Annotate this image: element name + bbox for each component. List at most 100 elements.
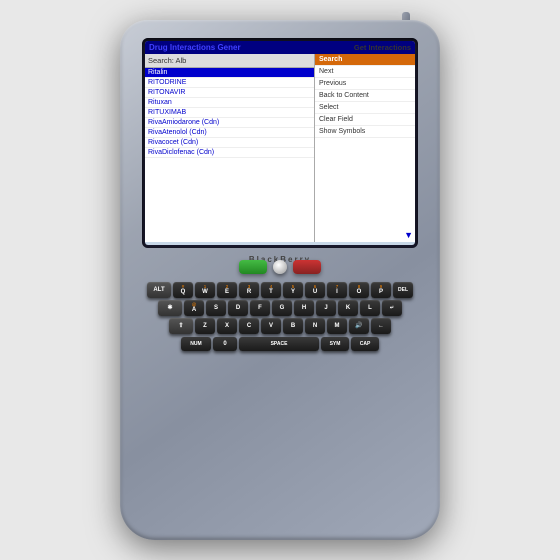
header-action: Get Interactions — [354, 43, 411, 52]
list-item[interactable]: RITODRINE — [145, 78, 314, 88]
key-x-main: X — [225, 323, 229, 329]
key-zero-label: 0 — [223, 341, 226, 347]
key-l[interactable]: L — [360, 300, 380, 316]
key-cap-label: CAP — [360, 342, 371, 347]
device-body: Drug Interactions Gener Get Interactions… — [120, 20, 440, 540]
screen-body: Search: Alb RitalinRITODRINERITONAVIRRit… — [145, 54, 415, 242]
key-del-label: DEL — [398, 288, 408, 293]
list-item[interactable]: Ritalin — [145, 68, 314, 78]
key-enter-label: ↵ — [390, 306, 394, 311]
key-o[interactable]: 8O — [349, 282, 369, 298]
screen: Drug Interactions Gener Get Interactions… — [145, 41, 415, 245]
key-y-main: Y — [291, 289, 295, 295]
key-f[interactable]: F — [250, 300, 270, 316]
key-v-main: V — [269, 323, 273, 329]
key-s[interactable]: S — [206, 300, 226, 316]
list-item[interactable]: RivaAtenolol (Cdn) — [145, 128, 314, 138]
key-v[interactable]: V — [261, 318, 281, 334]
key-sym-label: SYM — [330, 342, 341, 347]
list-item[interactable]: RivaDiclofenac (Cdn) — [145, 148, 314, 158]
key-d[interactable]: D — [228, 300, 248, 316]
key-r[interactable]: 3R — [239, 282, 259, 298]
key-q[interactable]: #Q — [173, 282, 193, 298]
key-b[interactable]: B — [283, 318, 303, 334]
list-item[interactable]: RivaAmiodarone (Cdn) — [145, 118, 314, 128]
key-sym[interactable]: SYM — [321, 337, 349, 351]
key-m[interactable]: M — [327, 318, 347, 334]
key-i[interactable]: 7I — [327, 282, 347, 298]
call-button[interactable] — [239, 260, 267, 274]
key-z[interactable]: Z — [195, 318, 215, 334]
key-q-main: Q — [181, 289, 186, 295]
list-item[interactable]: Rivacocet (Cdn) — [145, 138, 314, 148]
key-h[interactable]: H — [294, 300, 314, 316]
key-w-main: W — [202, 289, 208, 295]
key-y[interactable]: 5Y — [283, 282, 303, 298]
nav-area — [239, 260, 321, 274]
list-item[interactable]: Rituxan — [145, 98, 314, 108]
menu-item[interactable]: Show Symbols — [315, 126, 415, 138]
list-item[interactable]: RITUXIMAB — [145, 108, 314, 118]
key-shift[interactable]: ⇧ — [169, 318, 193, 334]
key-t[interactable]: 4T — [261, 282, 281, 298]
search-bar[interactable]: Search: Alb — [145, 54, 314, 68]
key-d-main: D — [236, 305, 240, 311]
key-vol[interactable]: 🔊 — [349, 318, 369, 334]
key-back[interactable]: ← — [371, 318, 391, 334]
app-title: Drug Interactions Gener — [149, 43, 241, 52]
key-u[interactable]: 6U — [305, 282, 325, 298]
key-b-main: B — [291, 323, 295, 329]
key-star-label: ✱ — [167, 305, 172, 311]
key-n-main: N — [313, 323, 317, 329]
key-e[interactable]: 2E — [217, 282, 237, 298]
scroll-down-icon: ▼ — [404, 230, 413, 240]
key-space-label: SPACE — [271, 342, 288, 347]
key-z-main: Z — [203, 323, 207, 329]
key-alt[interactable]: ALT — [147, 282, 171, 298]
menu-item[interactable]: Previous — [315, 78, 415, 90]
keyboard: ALT #Q 1W 2E 3R 4T 5Y 6U 7I 8O 9P DEL ✱ … — [134, 282, 426, 510]
key-e-main: E — [225, 289, 229, 295]
key-n[interactable]: N — [305, 318, 325, 334]
key-j[interactable]: J — [316, 300, 336, 316]
key-enter[interactable]: ↵ — [382, 300, 402, 316]
screen-bezel: Drug Interactions Gener Get Interactions… — [142, 38, 418, 248]
menu-item[interactable]: Select — [315, 102, 415, 114]
key-c[interactable]: C — [239, 318, 259, 334]
trackball[interactable] — [273, 260, 287, 274]
key-num-label: NUM — [190, 342, 201, 347]
key-p-main: P — [379, 289, 383, 295]
key-num[interactable]: NUM — [181, 337, 211, 351]
key-row-3: ⇧ Z X C V B N M 🔊 ← — [134, 318, 426, 334]
key-w[interactable]: 1W — [195, 282, 215, 298]
key-g-main: G — [280, 305, 285, 311]
key-l-main: L — [368, 305, 372, 311]
key-star[interactable]: ✱ — [158, 300, 182, 316]
key-x[interactable]: X — [217, 318, 237, 334]
key-r-main: R — [247, 289, 251, 295]
key-a[interactable]: @A — [184, 300, 204, 316]
key-k[interactable]: K — [338, 300, 358, 316]
right-panel: SearchNextPreviousBack to ContentSelectC… — [315, 54, 415, 242]
menu-item[interactable]: Next — [315, 66, 415, 78]
key-t-main: T — [269, 289, 273, 295]
key-alt-label: ALT — [153, 287, 164, 293]
key-back-label: ← — [378, 323, 384, 329]
key-g[interactable]: G — [272, 300, 292, 316]
menu-item[interactable]: Clear Field — [315, 114, 415, 126]
key-space[interactable]: SPACE — [239, 337, 319, 351]
key-zero[interactable]: 0 — [213, 337, 237, 351]
end-button[interactable] — [293, 260, 321, 274]
key-i-main: I — [336, 289, 338, 295]
key-del[interactable]: DEL — [393, 282, 413, 298]
context-menu: SearchNextPreviousBack to ContentSelectC… — [315, 54, 415, 138]
list-item[interactable]: RITONAVIR — [145, 88, 314, 98]
key-u-main: U — [313, 289, 317, 295]
key-s-main: S — [214, 305, 218, 311]
key-p[interactable]: 9P — [371, 282, 391, 298]
key-cap[interactable]: CAP — [351, 337, 379, 351]
screen-header: Drug Interactions Gener Get Interactions — [145, 41, 415, 54]
menu-item[interactable]: Back to Content — [315, 90, 415, 102]
key-o-main: O — [357, 289, 362, 295]
menu-item[interactable]: Search — [315, 54, 415, 66]
